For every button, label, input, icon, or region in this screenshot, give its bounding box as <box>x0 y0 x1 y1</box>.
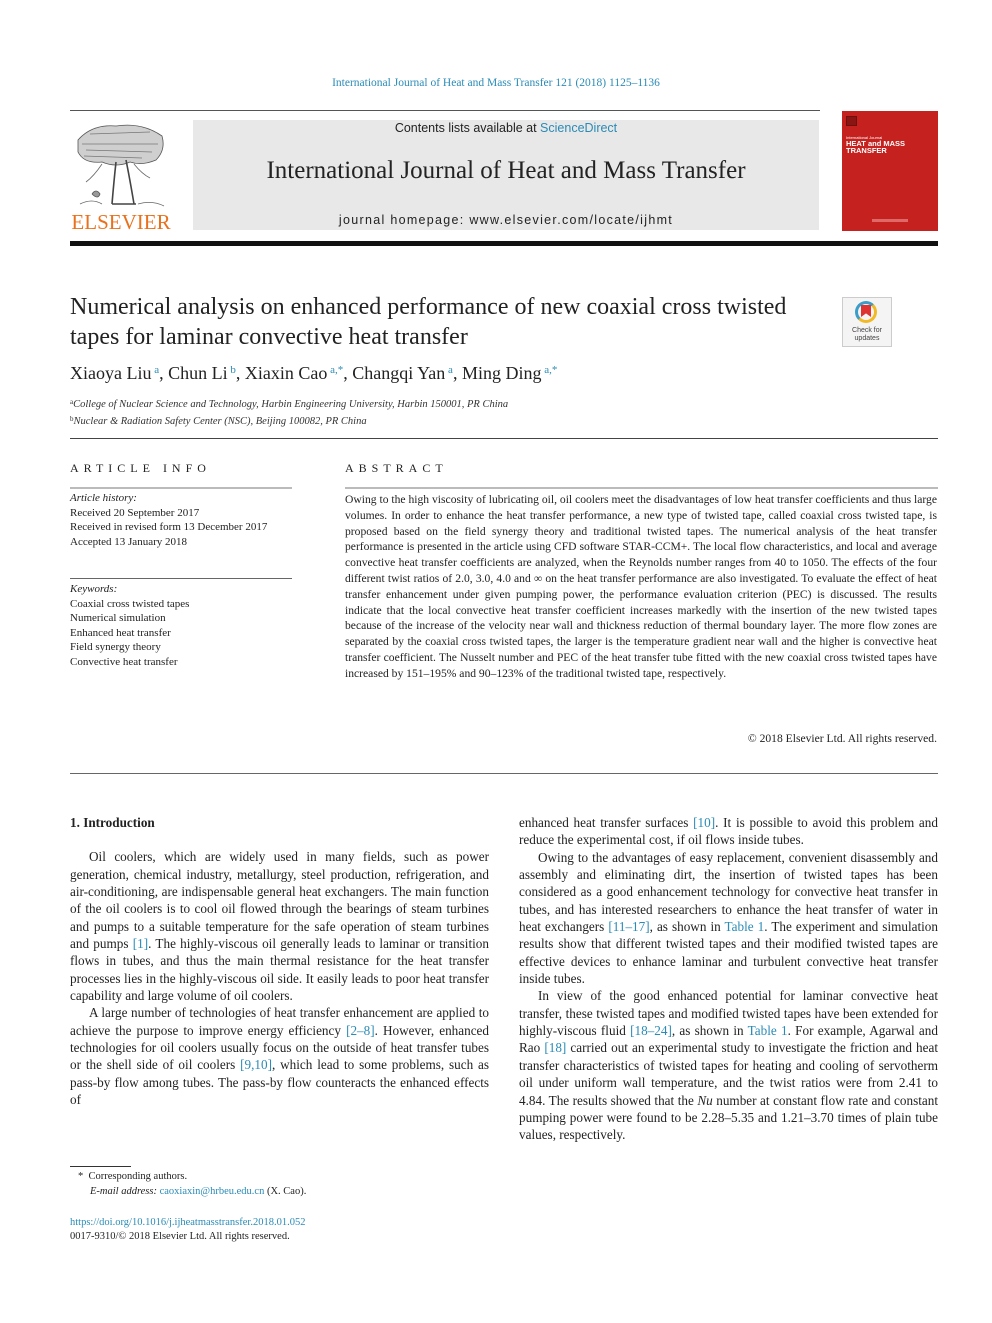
paragraph: In view of the good enhanced potential f… <box>519 987 938 1143</box>
abstract-text: Owing to the high viscosity of lubricati… <box>345 493 937 680</box>
affiliation: bNuclear & Radiation Safety Center (NSC)… <box>70 412 508 429</box>
keyword: Coaxial cross twisted tapes <box>70 597 190 610</box>
keyword: Enhanced heat transfer <box>70 626 171 639</box>
keyword: Field synergy theory <box>70 641 161 653</box>
header-divider <box>70 110 820 111</box>
article-history-heading: Article history: <box>70 492 137 504</box>
table-link[interactable]: Table 1 <box>748 1023 788 1038</box>
table-link[interactable]: Table 1 <box>725 919 765 934</box>
author-name[interactable]: Changqi Yan <box>352 363 445 383</box>
journal-homepage[interactable]: journal homepage: www.elsevier.com/locat… <box>193 213 819 227</box>
elsevier-tree-icon <box>77 124 165 207</box>
title-divider <box>70 438 938 439</box>
affiliation-text: College of Nuclear Science and Technolog… <box>73 399 509 410</box>
elsevier-logo[interactable]: ELSEVIER <box>70 118 172 236</box>
section-heading: 1. Introduction <box>70 815 155 830</box>
paragraph-text: , as shown in <box>649 919 725 935</box>
paragraph: A large number of technologies of heat t… <box>70 1004 489 1108</box>
author[interactable]: Changqi Yan a, <box>352 363 462 383</box>
author[interactable]: Ming Ding a,* <box>462 363 557 383</box>
doi-link[interactable]: https://doi.org/10.1016/j.ijheatmasstran… <box>70 1217 305 1228</box>
elsevier-wordmark: ELSEVIER <box>71 210 171 234</box>
cover-title: HEAT and MASS TRANSFER <box>846 140 905 155</box>
asterisk-mark: * <box>78 1171 84 1182</box>
abstract-heading: ABSTRACT <box>345 461 448 475</box>
abstract-copyright: © 2018 Elsevier Ltd. All rights reserved… <box>747 732 937 745</box>
author-name[interactable]: Chun Li <box>168 363 228 383</box>
issn-copyright: 0017-9310/© 2018 Elsevier Ltd. All right… <box>70 1231 290 1242</box>
reference-link[interactable]: [1] <box>133 936 148 951</box>
email-footnote: E-mail address: caoxiaxin@hrbeu.edu.cn (… <box>90 1186 306 1197</box>
reference-link[interactable]: [18] <box>544 1040 566 1055</box>
journal-header-box: Contents lists available at ScienceDirec… <box>193 120 819 230</box>
reference-link[interactable]: [18–24] <box>630 1023 672 1038</box>
footnote-rule <box>70 1166 131 1167</box>
check-updates-line1: Check for <box>852 327 882 334</box>
paragraph: enhanced heat transfer surfaces [10]. It… <box>519 814 938 849</box>
author-separator: , <box>235 363 245 383</box>
keyword: Numerical simulation <box>70 612 166 624</box>
author-separator: , <box>343 363 353 383</box>
journal-title: International Journal of Heat and Mass T… <box>266 157 746 184</box>
author[interactable]: Xiaxin Cao a,*, <box>245 363 352 383</box>
paragraph-text: , as shown in <box>671 1023 748 1039</box>
keywords-heading: Keywords: <box>70 583 118 595</box>
contents-line: Contents lists available at ScienceDirec… <box>193 121 819 135</box>
email-suffix: (X. Cao). <box>264 1186 307 1197</box>
journal-citation-link[interactable]: International Journal of Heat and Mass T… <box>0 77 992 89</box>
article-info-rule <box>70 487 292 489</box>
author-separator: , <box>452 363 462 383</box>
reference-link[interactable]: [9,10] <box>240 1057 272 1072</box>
affiliations: aCollege of Nuclear Science and Technolo… <box>70 395 508 429</box>
nu-symbol: Nu <box>697 1092 713 1108</box>
author-name[interactable]: Ming Ding <box>462 363 542 383</box>
cover-emblem-icon <box>846 116 857 126</box>
keywords: Keywords: Coaxial cross twisted tapes Nu… <box>70 582 189 669</box>
body-column-right: enhanced heat transfer surfaces [10]. It… <box>519 814 938 1144</box>
author[interactable]: Chun Li b, <box>168 363 245 383</box>
reference-link[interactable]: [10] <box>693 815 715 830</box>
abstract-divider <box>70 773 938 774</box>
author-separator: , <box>159 363 169 383</box>
affiliation: aCollege of Nuclear Science and Technolo… <box>70 395 508 412</box>
body-column-left: 1. Introduction Oil coolers, which are w… <box>70 814 489 1109</box>
header-thick-rule <box>70 241 938 246</box>
corresponding-footnote: * Corresponding authors. <box>78 1171 187 1182</box>
email-link[interactable]: caoxiaxin@hrbeu.edu.cn <box>160 1186 265 1197</box>
cover-footer-mark <box>872 219 908 222</box>
check-for-updates-button[interactable]: Check for updates <box>842 297 892 347</box>
author[interactable]: Xiaoya Liu a, <box>70 363 168 383</box>
author-name[interactable]: Xiaxin Cao <box>245 363 328 383</box>
abstract-rule <box>345 487 938 489</box>
author-list: Xiaoya Liu a, Chun Li b, Xiaxin Cao a,*,… <box>70 363 557 384</box>
corresponding-text: Corresponding authors. <box>88 1171 188 1182</box>
check-updates-line2: updates <box>854 335 880 342</box>
reference-link[interactable]: [11–17] <box>608 919 649 934</box>
article-history: Article history: Received 20 September 2… <box>70 491 267 549</box>
reference-link[interactable]: [2–8] <box>346 1023 375 1038</box>
author-affil-sup[interactable]: a,* <box>544 364 557 376</box>
paragraph-text: enhanced heat transfer surfaces <box>519 815 694 830</box>
journal-cover-image[interactable]: International Journal HEAT and MASS TRAN… <box>842 111 938 231</box>
cover-title-line2: TRANSFER <box>846 146 887 155</box>
article-info-heading: ARTICLE INFO <box>70 461 211 475</box>
author-name[interactable]: Xiaoya Liu <box>70 363 151 383</box>
history-item: Received 20 September 2017 <box>70 506 200 519</box>
author-affil-sup[interactable]: a,* <box>330 364 343 376</box>
contents-prefix: Contents lists available at <box>394 121 541 135</box>
affiliation-text: Nuclear & Radiation Safety Center (NSC),… <box>73 416 367 427</box>
email-label: E-mail address: <box>90 1186 157 1197</box>
sciencedirect-link[interactable]: ScienceDirect <box>540 121 617 135</box>
paragraph: Owing to the advantages of easy replacem… <box>519 849 938 988</box>
history-item: Accepted 13 January 2018 <box>70 535 187 548</box>
history-item: Received in revised form 13 December 201… <box>70 521 268 533</box>
keywords-rule <box>70 578 292 579</box>
paragraph: Oil coolers, which are widely used in ma… <box>70 848 489 1004</box>
keyword: Convective heat transfer <box>70 655 178 668</box>
check-updates-label: Check for updates <box>843 327 891 343</box>
article-title: Numerical analysis on enhanced performan… <box>70 294 787 350</box>
